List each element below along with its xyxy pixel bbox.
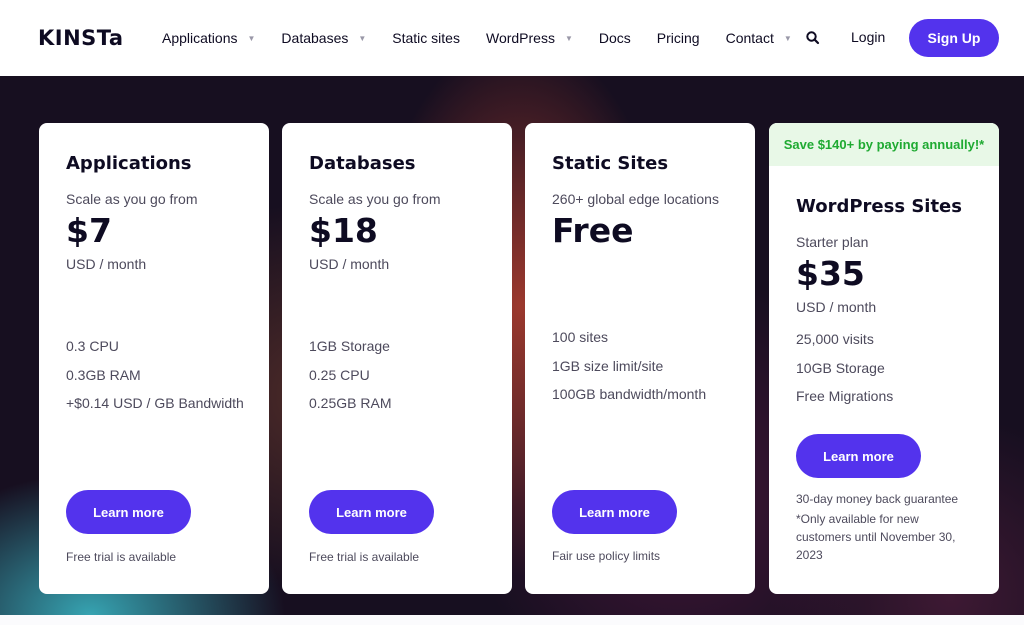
chevron-down-icon: ▼	[358, 33, 367, 43]
nav-item-docs[interactable]: Docs	[599, 30, 631, 46]
card-feature: 1GB Storage	[309, 338, 390, 354]
card-title: Static Sites	[552, 153, 669, 174]
nav-item-label: Static sites	[392, 30, 460, 46]
card-subtitle: Scale as you go from	[309, 191, 441, 207]
card-footnote: Fair use policy limits	[552, 549, 661, 563]
card-feature: Free Migrations	[796, 388, 894, 404]
main-nav: Applications ▼ Databases ▼ Static sites …	[162, 28, 818, 48]
nav-item-label: Docs	[598, 30, 631, 46]
card-feature: 100GB bandwidth/month	[552, 386, 707, 402]
card-price-unit: USD / month	[796, 299, 877, 315]
card-subtitle: Scale as you go from	[66, 191, 198, 207]
card-feature: +$0.14 USD / GB Bandwidth	[66, 395, 244, 411]
nav-item-contact[interactable]: Contact ▼	[726, 30, 792, 46]
card-feature: 0.25GB RAM	[309, 395, 392, 411]
nav-item-pricing[interactable]: Pricing	[657, 30, 700, 46]
pricing-card-databases: Databases Scale as you go from $18 USD /…	[282, 123, 512, 594]
chevron-down-icon: ▼	[783, 33, 792, 43]
card-feature: 25,000 visits	[796, 331, 874, 347]
card-price: Free	[552, 211, 634, 250]
card-feature: 1GB size limit/site	[552, 358, 664, 374]
availability-footnote: *Only available for new customers until …	[796, 512, 956, 562]
learn-more-button[interactable]: Learn more	[66, 490, 191, 534]
chevron-down-icon: ▼	[564, 33, 573, 43]
card-feature: 10GB Storage	[796, 360, 885, 376]
card-price: $18	[309, 211, 378, 250]
nav-item-label: Contact	[725, 30, 774, 46]
card-price-unit: USD / month	[66, 256, 147, 272]
learn-more-button[interactable]: Learn more	[309, 490, 434, 534]
card-feature: 100 sites	[552, 329, 609, 345]
learn-more-button[interactable]: Learn more	[552, 490, 677, 534]
nav-item-label: Pricing	[656, 30, 700, 46]
kinsta-logo[interactable]: KINSTa	[38, 26, 124, 50]
card-title: WordPress Sites	[796, 196, 962, 217]
learn-more-button[interactable]: Learn more	[796, 434, 921, 478]
card-feature: 0.3 CPU	[66, 338, 119, 354]
nav-item-static-sites[interactable]: Static sites	[392, 30, 460, 46]
card-feature: 0.3GB RAM	[66, 367, 141, 383]
pricing-card-wordpress: Save $140+ by paying annually!* WordPres…	[769, 123, 999, 594]
card-title: Applications	[66, 153, 192, 174]
page-bottom-strip	[0, 615, 1024, 625]
card-footnote: Free trial is available	[66, 550, 177, 564]
card-price: $7	[66, 211, 112, 250]
card-title: Databases	[309, 153, 416, 174]
login-link[interactable]: Login	[851, 29, 885, 45]
search-icon[interactable]	[805, 30, 821, 46]
card-footnote: Free trial is available	[309, 550, 420, 564]
nav-item-databases[interactable]: Databases ▼	[281, 30, 366, 46]
nav-item-wordpress[interactable]: WordPress ▼	[486, 30, 573, 46]
card-subtitle: Starter plan	[796, 234, 869, 250]
site-header: KINSTa Applications ▼ Databases ▼ Static…	[0, 0, 1024, 76]
nav-item-applications[interactable]: Applications ▼	[162, 30, 255, 46]
annual-savings-banner: Save $140+ by paying annually!*	[769, 123, 999, 166]
card-price-unit: USD / month	[309, 256, 390, 272]
pricing-card-applications: Applications Scale as you go from $7 USD…	[39, 123, 269, 594]
nav-item-label: Databases	[281, 30, 349, 46]
card-price: $35	[796, 254, 865, 293]
money-back-guarantee: 30-day money back guarantee	[796, 492, 959, 506]
signup-button[interactable]: Sign Up	[909, 19, 999, 57]
nav-item-label: Applications	[162, 30, 238, 46]
nav-item-label: WordPress	[485, 30, 555, 46]
card-subtitle: 260+ global edge locations	[552, 191, 719, 207]
chevron-down-icon: ▼	[247, 33, 256, 43]
card-feature: 0.25 CPU	[309, 367, 370, 383]
pricing-card-static-sites: Static Sites 260+ global edge locations …	[525, 123, 755, 594]
